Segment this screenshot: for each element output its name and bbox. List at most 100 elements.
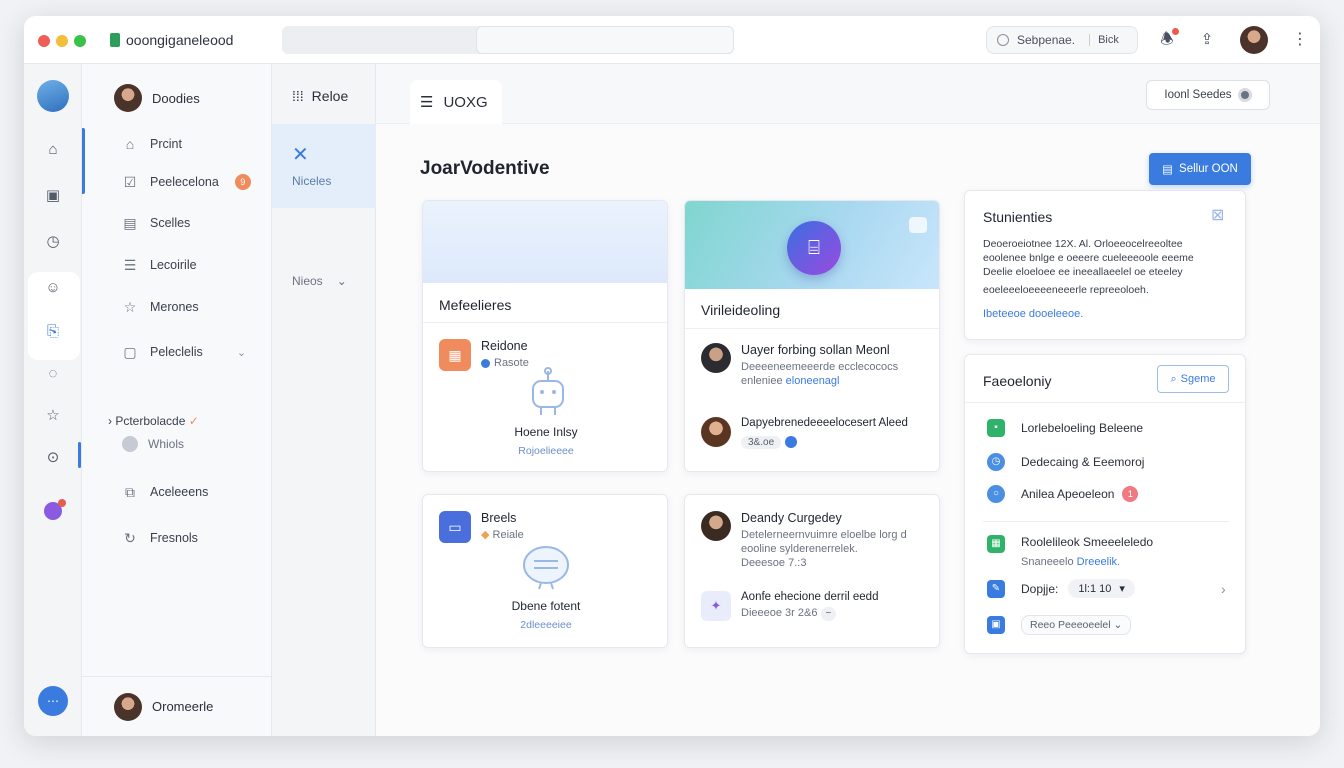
- square-icon[interactable]: ▣: [43, 186, 63, 206]
- notifications-button[interactable]: 🕭: [1158, 27, 1180, 50]
- address-field[interactable]: [476, 26, 734, 54]
- bag-icon[interactable]: ⎘: [43, 322, 63, 342]
- clock-icon[interactable]: ◷: [43, 232, 63, 252]
- summary-link[interactable]: Ibeteeoe dooeleeoe.: [983, 308, 1083, 320]
- feature-row[interactable]: ○ Anilea Apeoeleon 1: [987, 485, 1139, 503]
- sidebar-group-toggle[interactable]: › Pcterbolacde ✓: [108, 414, 199, 428]
- sidebar-item-label: Peleclelis: [150, 345, 203, 359]
- card-item[interactable]: ▭ Breels ◆ Reiale: [439, 511, 524, 543]
- app-window: ooongiganeleood Sebpenae. Bick 🕭 ⇪ ⋮ ⌂ ▣…: [24, 16, 1320, 736]
- row-link[interactable]: eloneenagl: [786, 375, 840, 387]
- chevron-right-icon: ›: [108, 414, 112, 428]
- close-icon[interactable]: ✕: [292, 142, 309, 167]
- person-avatar: [701, 417, 731, 447]
- feature-bottom-row[interactable]: ▣ Reeo Peeeoeelel ⌄: [987, 615, 1132, 635]
- feature-group-link[interactable]: Dreeelik.: [1077, 556, 1120, 568]
- divider: [983, 521, 1229, 522]
- header-select[interactable]: Ioonl Seedes: [1146, 80, 1270, 110]
- card-row[interactable]: Deandy Curgedey Detelerneernvuimre eloel…: [701, 511, 927, 570]
- share-button[interactable]: ⇪: [1198, 30, 1216, 50]
- card-row[interactable]: ✦ Aonfe ehecione derril eedd Dieeeoe 3r …: [701, 591, 927, 621]
- primary-action-label: Sellur OON: [1179, 163, 1238, 175]
- bottom-chip[interactable]: Reeo Peeeoeelel ⌄: [1021, 615, 1132, 635]
- address-bar[interactable]: [282, 26, 734, 54]
- card-header: Virileideoling: [685, 289, 939, 329]
- secondary-dropdown[interactable]: Nieos ⌄: [292, 274, 347, 288]
- sidebar-item-lecoirile[interactable]: ☰ Lecoirile: [122, 255, 197, 275]
- sidebar-group-label: Pcterbolacde: [115, 414, 186, 428]
- row-subtitle-2: eooline sylderenerrelek.: [741, 543, 858, 555]
- card-banner: [423, 201, 667, 283]
- maximize-window-button[interactable]: [74, 35, 86, 47]
- clock-icon: ◷: [987, 453, 1005, 471]
- smile-icon[interactable]: ☺: [43, 278, 63, 298]
- info-icon[interactable]: ⊙: [43, 448, 63, 468]
- banner-corner-icon[interactable]: [909, 217, 927, 233]
- secondary-panel-title: Reloe: [311, 88, 349, 104]
- assistant-button[interactable]: ⋯: [38, 686, 68, 716]
- tag-icon: ◆: [481, 529, 490, 541]
- value-select[interactable]: 1l:1 10 ▾: [1068, 579, 1135, 598]
- workspace-logo[interactable]: [37, 80, 69, 112]
- pot-illustration-icon: [523, 546, 569, 590]
- feature-row[interactable]: ◷ Dedecaing & Eeemoroj: [987, 453, 1144, 471]
- home-icon[interactable]: ⌂: [43, 140, 63, 160]
- row-subtitle-2: enleniee: [741, 375, 783, 387]
- sidebar-subitem-whiols[interactable]: Whiols: [122, 436, 184, 452]
- secondary-panel-header[interactable]: ⁞⁞⁞ Reloe: [292, 88, 348, 104]
- card-title: Virileideoling: [701, 302, 781, 318]
- card-deandy[interactable]: Deandy Curgedey Detelerneernvuimre eloel…: [684, 494, 940, 648]
- tab-active[interactable]: ☰ UOXG: [410, 80, 502, 124]
- chevron-down-icon: ⌄: [336, 274, 347, 288]
- user-avatar[interactable]: [1240, 26, 1268, 54]
- refresh-icon: ↻: [124, 530, 136, 546]
- info-icon: [122, 436, 138, 452]
- comment-icon[interactable]: ◌: [43, 364, 63, 384]
- sidebar-footer-user[interactable]: Oromeerle: [82, 676, 272, 736]
- sidebar-item-prcint[interactable]: ⌂ Prcint: [122, 134, 182, 154]
- app-name: ooongiganeleood: [126, 32, 234, 48]
- features-action-label: Sgeme: [1180, 373, 1216, 385]
- sidebar-active-indicator: [82, 128, 85, 194]
- star-icon[interactable]: ☆: [43, 406, 63, 426]
- secondary-active-item[interactable]: [272, 124, 376, 208]
- sidebar-user[interactable]: Doodies: [114, 84, 200, 112]
- card-row[interactable]: Uayer forbing sollan Meonl Deeeeneemeeer…: [701, 343, 927, 388]
- search-input[interactable]: Sebpenae. Bick: [986, 26, 1138, 54]
- chevron-right-icon[interactable]: ›: [1221, 581, 1226, 597]
- summary-line: Deelie eloeloee ee ineeallaeelel oe etee…: [983, 266, 1183, 278]
- feature-select-row[interactable]: ✎ Dopjje: 1l:1 10 ▾: [987, 579, 1135, 598]
- card-breels[interactable]: ▭ Breels ◆ Reiale Dbene fotent 2dleeeeie…: [422, 494, 668, 648]
- row-subtitle: Dieeeoe 3r 2&6: [741, 607, 818, 619]
- sidebar-item-peleclelis[interactable]: ▢ Peleclelis ⌄: [122, 342, 246, 362]
- feature-group[interactable]: ▦ Roolelileok Smeeeleledo Snaneeelo Dree…: [987, 535, 1153, 569]
- card-mefeelieres[interactable]: Mefeelieres ▦ Reidone Rasote Hoene Inlsy…: [422, 200, 668, 472]
- sidebar-item-fresnols[interactable]: ↻ Fresnols: [122, 528, 198, 548]
- sidebar-item-merones[interactable]: ☆ Merones: [122, 297, 199, 317]
- select-label: Dopjje:: [1021, 581, 1059, 596]
- sidebar-item-aceleeens[interactable]: ⧉ Aceleeens: [122, 482, 208, 502]
- dismiss-icon[interactable]: ⊠: [1211, 205, 1224, 225]
- card-item[interactable]: ▦ Reidone Rasote: [439, 339, 529, 371]
- status-dot: [785, 435, 798, 448]
- minus-icon[interactable]: −: [820, 607, 837, 621]
- flag-icon: ✓: [188, 414, 199, 428]
- close-window-button[interactable]: [38, 35, 50, 47]
- more-menu-icon[interactable]: ⋮: [1292, 30, 1308, 50]
- puzzle-icon: ✦: [701, 591, 731, 621]
- card-virileideoling[interactable]: ⌸ Virileideoling Uayer forbing sollan Me…: [684, 200, 940, 472]
- chat-icon[interactable]: [44, 499, 66, 520]
- circle-icon: ○: [987, 485, 1005, 503]
- card-row[interactable]: Dapyebrenedeeeelocesert Aleed 3&.oe: [701, 417, 927, 449]
- notification-dot: [1171, 27, 1180, 36]
- screen-icon: ▭: [439, 511, 471, 543]
- primary-action-button[interactable]: ▤ Sellur OON: [1149, 153, 1251, 185]
- house-icon: ⌂: [125, 136, 135, 152]
- minimize-window-button[interactable]: [56, 35, 68, 47]
- feature-row[interactable]: ▪ Lorlebeloeling Beleene: [987, 419, 1143, 437]
- sidebar-item-label: Prcint: [150, 137, 182, 151]
- tab-label: UOXG: [443, 93, 488, 111]
- sidebar-item-peelecelona[interactable]: ☑ Peelecelona 9: [122, 172, 251, 192]
- features-action-button[interactable]: ⌕ Sgeme: [1157, 365, 1229, 393]
- sidebar-item-scelles[interactable]: ▤ Scelles: [122, 213, 190, 233]
